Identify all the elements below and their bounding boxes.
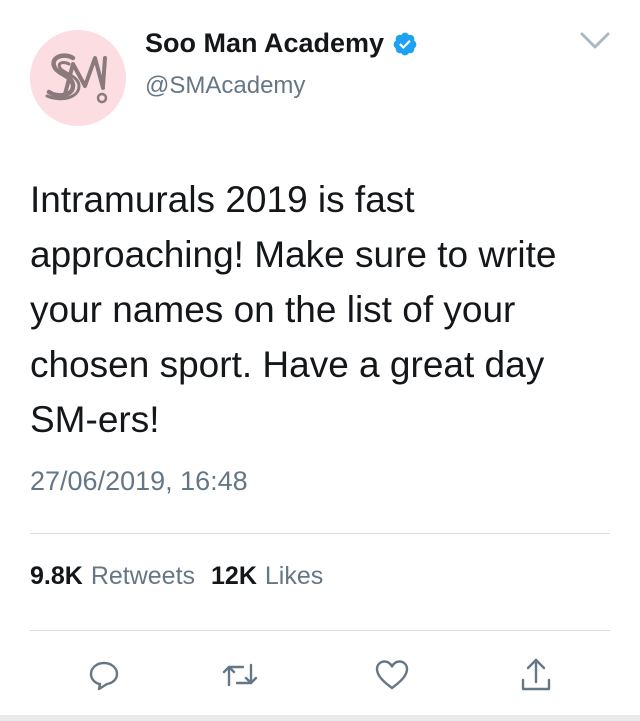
likes-stat[interactable]: 12K Likes bbox=[211, 562, 323, 591]
sm-logo-icon bbox=[45, 53, 108, 104]
share-icon bbox=[521, 658, 551, 691]
retweet-icon bbox=[222, 663, 258, 687]
reply-button[interactable] bbox=[84, 655, 124, 695]
likes-label: Likes bbox=[264, 562, 324, 590]
tweet-stats: 9.8K Retweets 12K Likes bbox=[30, 562, 323, 591]
tweet-timestamp: 27/06/2019, 16:48 bbox=[30, 466, 248, 496]
user-handle[interactable]: @SMAcademy bbox=[145, 72, 305, 100]
share-button[interactable] bbox=[516, 655, 556, 695]
divider bbox=[30, 533, 610, 534]
reply-icon bbox=[89, 661, 119, 691]
heart-icon bbox=[375, 660, 409, 690]
bottom-bar bbox=[0, 715, 640, 721]
like-button[interactable] bbox=[372, 655, 412, 695]
retweets-stat[interactable]: 9.8K Retweets bbox=[30, 562, 195, 591]
chevron-down-icon[interactable] bbox=[578, 30, 612, 52]
retweets-label: Retweets bbox=[90, 562, 196, 590]
display-name-text: Soo Man Academy bbox=[145, 28, 385, 58]
avatar[interactable] bbox=[30, 30, 126, 126]
tweet-text: Intramurals 2019 is fast approaching! Ma… bbox=[30, 179, 557, 440]
user-display-name[interactable]: Soo Man Academy bbox=[145, 28, 418, 59]
verified-badge-icon bbox=[393, 32, 417, 55]
likes-count: 12K bbox=[211, 562, 257, 590]
retweet-button[interactable] bbox=[220, 655, 260, 695]
divider bbox=[30, 630, 610, 631]
retweets-count: 9.8K bbox=[30, 562, 83, 590]
